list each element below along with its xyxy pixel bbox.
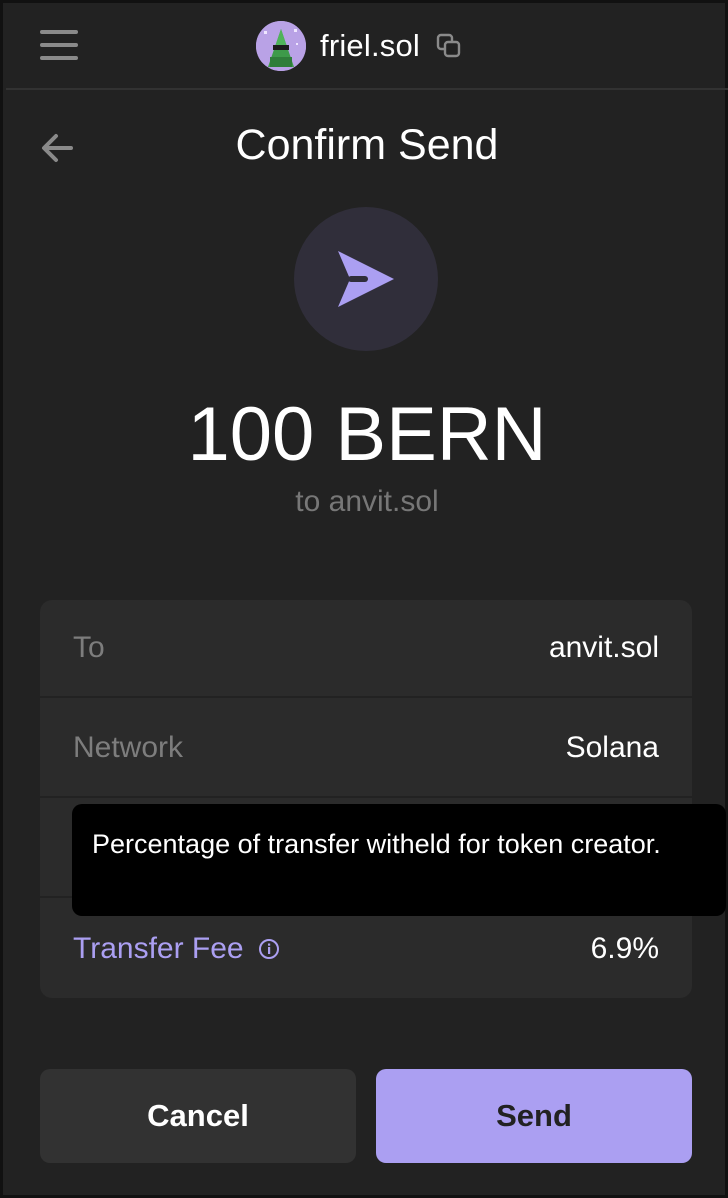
send-icon-circle [294,207,438,351]
detail-row-network: Network Solana [40,700,692,798]
detail-label: Transfer Fee [73,932,244,965]
transfer-amount: 100 BERN [187,392,547,477]
detail-value: anvit.sol [548,631,659,664]
transfer-fee-tooltip: Percentage of transfer witheld for token… [72,804,726,916]
avatar [256,21,306,71]
info-icon[interactable] [258,938,280,960]
transfer-fee-label[interactable]: Transfer Fee [73,932,280,966]
account-name: friel.sol [320,28,420,63]
detail-value: Solana [565,731,659,764]
send-button[interactable]: Send [376,1069,692,1163]
details-card: To anvit.sol Network Solana Transfer Fee… [40,600,692,998]
cancel-button[interactable]: Cancel [40,1069,356,1163]
detail-value: 6.9% [590,932,659,965]
wallet-frame: friel.sol Confirm Send 100 BERN to anvit… [0,0,728,1198]
account-selector[interactable]: friel.sol [256,20,462,72]
detail-row-to: To anvit.sol [40,600,692,698]
recipient-subtitle: to anvit.sol [295,485,439,518]
detail-label: To [73,631,105,664]
hamburger-menu-icon[interactable] [40,30,80,62]
detail-label: Network [73,731,184,764]
copy-icon[interactable] [436,33,462,59]
header-bar: friel.sol [6,6,728,90]
paper-plane-icon [338,251,394,307]
page-title: Confirm Send [235,121,499,169]
